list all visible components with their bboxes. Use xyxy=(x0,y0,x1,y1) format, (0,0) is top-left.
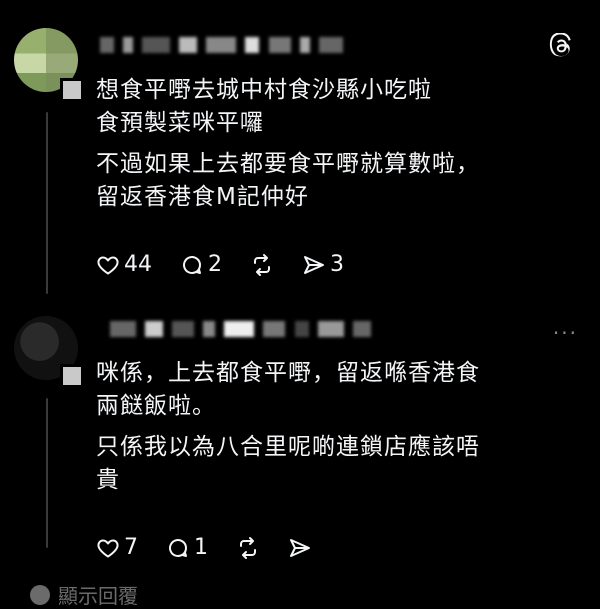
threads-logo-icon xyxy=(549,33,571,57)
post-text-line: 不過如果上去都要食平嘢就算數啦， xyxy=(96,151,480,177)
reply-avatar xyxy=(30,584,50,605)
post-body[interactable]: 想食平嘢去城中村食沙縣小吃啦 食預製菜咪平囉 不過如果上去都要食平嘢就算數啦， … xyxy=(96,74,586,214)
post-body[interactable]: 咪係，上去都食平嘢，留返喺香港食 兩餸飯啦。 只係我以為八合里呢啲連鎖店應該唔 … xyxy=(96,357,586,497)
comment-button[interactable]: 1 xyxy=(166,535,208,560)
share-button[interactable] xyxy=(288,536,312,560)
like-button[interactable]: 7 xyxy=(96,535,138,560)
comment-icon xyxy=(169,538,188,557)
send-icon xyxy=(290,538,310,557)
author-name-blurred[interactable] xyxy=(100,34,347,53)
send-icon xyxy=(304,255,324,274)
post-text-line: 留返香港食M記仲好 xyxy=(96,184,309,210)
comment-button[interactable]: 2 xyxy=(180,252,222,277)
like-count: 7 xyxy=(124,535,138,560)
follow-badge[interactable] xyxy=(60,364,84,388)
repost-button[interactable] xyxy=(250,253,274,277)
post-text-line: 想食平嘢去城中村食沙縣小吃啦 xyxy=(96,77,432,103)
comment-icon xyxy=(183,255,202,274)
post-text-line: 只係我以為八合里呢啲連鎖店應該唔 xyxy=(96,434,480,460)
share-button[interactable]: 3 xyxy=(302,252,344,277)
show-replies-link[interactable]: 顯示回覆 xyxy=(30,580,138,609)
repost-icon xyxy=(254,253,270,276)
post-actions: 7 1 xyxy=(96,535,340,560)
like-button[interactable]: 44 xyxy=(96,252,152,277)
follow-badge[interactable] xyxy=(60,78,84,102)
like-count: 44 xyxy=(124,252,152,277)
post-text-line: 食預製菜咪平囉 xyxy=(96,110,264,136)
repost-button[interactable] xyxy=(236,536,260,560)
comment-count: 2 xyxy=(208,252,222,277)
post-actions: 44 2 3 xyxy=(96,252,372,277)
post-text-line: 咪係，上去都食平嘢，留返喺香港食 xyxy=(96,360,480,386)
post-text-line: 兩餸飯啦。 xyxy=(96,393,216,419)
heart-icon xyxy=(97,539,119,557)
repost-icon xyxy=(240,536,256,559)
share-count: 3 xyxy=(330,252,344,277)
more-options-icon[interactable]: ··· xyxy=(553,321,578,345)
author-name-blurred[interactable] xyxy=(110,318,375,337)
heart-icon xyxy=(97,256,119,274)
show-replies-label: 顯示回覆 xyxy=(58,584,138,608)
thread-connector-line xyxy=(46,398,48,548)
comment-count: 1 xyxy=(194,535,208,560)
post-text-line: 貴 xyxy=(96,467,120,493)
thread-connector-line xyxy=(46,112,48,294)
